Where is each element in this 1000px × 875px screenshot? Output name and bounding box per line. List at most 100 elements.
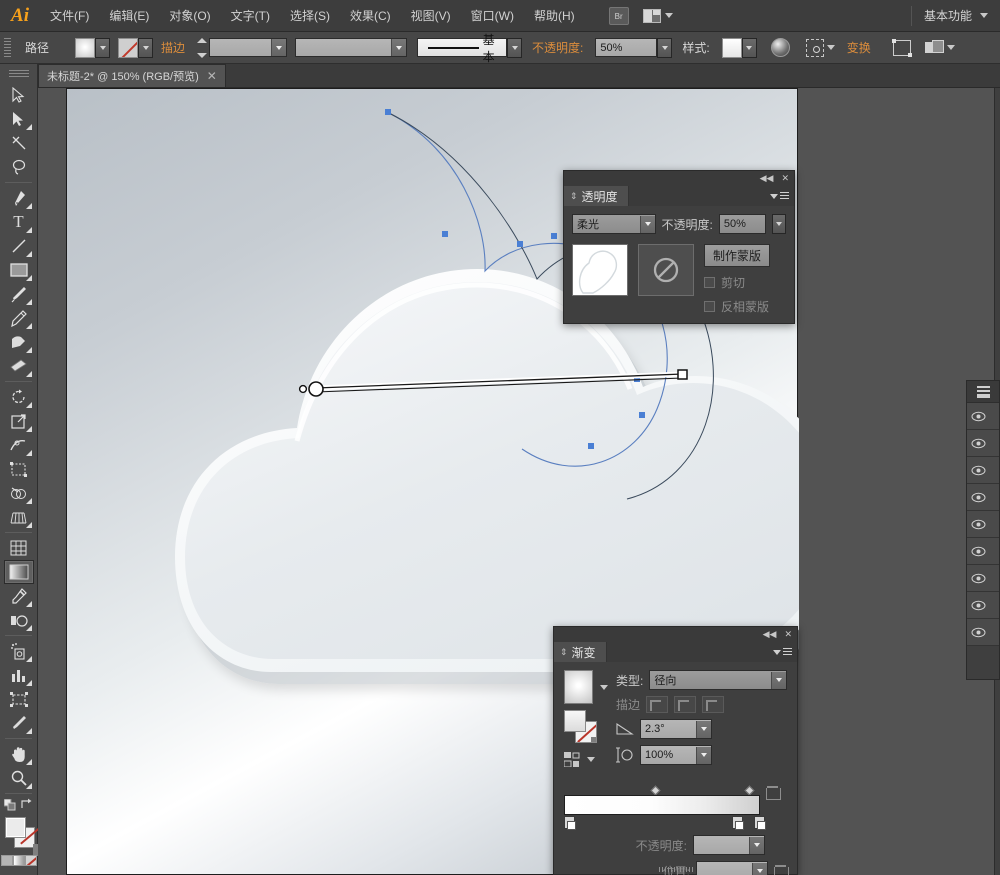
clip-row[interactable]: 剪切 — [704, 274, 770, 291]
invert-mask-checkbox[interactable] — [704, 301, 715, 312]
gradient-slider[interactable] — [564, 785, 766, 830]
style-label[interactable]: 样式: — [682, 39, 709, 56]
panel-options-menu[interactable] — [770, 192, 789, 200]
gradient-aspect-dropdown[interactable] — [696, 746, 711, 764]
color-button[interactable] — [0, 855, 13, 866]
tools-panel-grip[interactable] — [8, 70, 29, 79]
layer-row[interactable] — [967, 511, 999, 538]
fill-swatch-dropdown[interactable] — [95, 37, 111, 58]
arrange-documents-button[interactable] — [642, 8, 673, 23]
blob-brush-tool[interactable] — [4, 330, 34, 354]
eye-icon[interactable] — [971, 411, 986, 422]
control-bar-grip[interactable] — [4, 37, 11, 58]
opacity-field[interactable]: 50% — [595, 38, 658, 57]
fill-proxy[interactable] — [5, 817, 26, 838]
menu-object[interactable]: 对象(O) — [159, 0, 220, 32]
brush-definition-dropdown[interactable] — [507, 37, 523, 58]
rectangle-tool[interactable] — [4, 258, 34, 282]
brush-definition-field[interactable]: 基本 — [417, 33, 508, 64]
gradient-midpoint[interactable] — [744, 785, 755, 796]
collapse-icon[interactable]: ◀◀ — [763, 630, 777, 639]
layer-row[interactable] — [967, 592, 999, 619]
menu-edit[interactable]: 编辑(E) — [99, 0, 159, 32]
stroke-swatch-dropdown[interactable] — [138, 37, 154, 58]
paintbrush-tool[interactable] — [4, 282, 34, 306]
opacity-appearance-icon[interactable] — [770, 38, 790, 57]
chevron-down-icon[interactable] — [946, 45, 955, 50]
type-tool[interactable]: T — [4, 210, 34, 234]
close-icon[interactable]: ✕ — [781, 174, 789, 183]
make-mask-button[interactable]: 制作蒙版 — [704, 244, 771, 267]
panel-resize-grip[interactable] — [659, 867, 695, 872]
blend-tool[interactable] — [4, 608, 34, 632]
eye-icon[interactable] — [971, 627, 986, 638]
stroke-profile-field[interactable] — [295, 38, 408, 57]
collapse-icon[interactable]: ◀◀ — [760, 174, 774, 183]
stroke-weight-field[interactable] — [209, 38, 288, 57]
fill-swatch[interactable] — [75, 37, 96, 58]
transparency-opacity-dropdown[interactable] — [772, 214, 787, 234]
scale-tool[interactable] — [4, 409, 34, 433]
delete-stop-icon[interactable] — [766, 785, 781, 800]
blend-mode-dropdown[interactable] — [639, 215, 655, 233]
draw-mode-button[interactable] — [4, 870, 34, 875]
mesh-tool[interactable] — [4, 536, 34, 560]
opacity-label[interactable]: 不透明度: — [532, 39, 583, 56]
gradient-location-field[interactable] — [696, 861, 768, 875]
reverse-gradient-button[interactable] — [564, 752, 608, 767]
layer-row[interactable] — [967, 403, 999, 430]
gradient-button[interactable] — [12, 855, 25, 866]
artwork-thumbnail[interactable] — [572, 244, 628, 296]
shape-builder-tool[interactable] — [4, 481, 34, 505]
clip-checkbox[interactable] — [704, 277, 715, 288]
gradient-opacity-field[interactable] — [693, 835, 765, 855]
menu-effect[interactable]: 效果(C) — [340, 0, 401, 32]
stroke-profile-dropdown[interactable] — [391, 39, 407, 56]
graphic-style-swatch[interactable] — [721, 37, 742, 58]
slice-tool[interactable] — [4, 711, 34, 735]
transparency-opacity-field[interactable]: 50% — [718, 214, 767, 234]
stroke-label[interactable]: 描边 — [161, 39, 185, 56]
workspace-switcher[interactable]: 基本功能 — [924, 7, 976, 24]
chevron-down-icon[interactable] — [826, 45, 835, 50]
free-transform-tool[interactable] — [4, 457, 34, 481]
symbol-sprayer-tool[interactable] — [4, 639, 34, 663]
none-button[interactable] — [24, 855, 37, 866]
document-canvas[interactable] — [38, 88, 1000, 875]
gradient-stop[interactable] — [732, 816, 744, 830]
perspective-grid-tool[interactable] — [4, 505, 34, 529]
stroke-gradient-within-button[interactable] — [646, 696, 669, 713]
eye-icon[interactable] — [971, 546, 986, 557]
gradient-angle-dropdown[interactable] — [696, 720, 711, 738]
gradient-tool[interactable] — [3, 560, 34, 584]
gradient-midpoint[interactable] — [650, 785, 661, 796]
selection-tool[interactable] — [4, 83, 34, 107]
gradient-angle-field[interactable]: 2.3° — [640, 719, 712, 739]
close-icon[interactable]: ✕ — [207, 70, 217, 82]
width-tool[interactable] — [4, 433, 34, 457]
layer-row[interactable] — [967, 430, 999, 457]
gradient-aspect-field[interactable]: 100% — [640, 745, 712, 765]
layer-row[interactable] — [967, 565, 999, 592]
pen-tool[interactable] — [4, 186, 34, 210]
layers-panel-header[interactable] — [967, 381, 999, 403]
stroke-gradient-along-button[interactable] — [674, 696, 697, 713]
close-icon[interactable]: ✕ — [784, 630, 792, 639]
rotate-tool[interactable] — [4, 385, 34, 409]
stroke-weight-dropdown[interactable] — [271, 39, 287, 56]
menu-view[interactable]: 视图(V) — [401, 0, 461, 32]
stroke-weight-stepper[interactable] — [197, 37, 208, 58]
layer-row[interactable] — [967, 619, 999, 646]
layer-row[interactable] — [967, 484, 999, 511]
gradient-type-field[interactable]: 径向 — [649, 670, 787, 690]
invert-mask-row[interactable]: 反相蒙版 — [704, 298, 770, 315]
layer-row[interactable] — [967, 538, 999, 565]
direct-selection-tool[interactable] — [4, 107, 34, 131]
menu-window[interactable]: 窗口(W) — [461, 0, 524, 32]
chevron-down-icon[interactable] — [980, 13, 988, 18]
menu-help[interactable]: 帮助(H) — [524, 0, 585, 32]
panel-expand-icon[interactable]: ⇕ — [570, 191, 578, 202]
gradient-stop[interactable] — [564, 816, 576, 830]
gradient-ramp[interactable] — [564, 795, 760, 815]
magic-wand-tool[interactable] — [4, 131, 34, 155]
